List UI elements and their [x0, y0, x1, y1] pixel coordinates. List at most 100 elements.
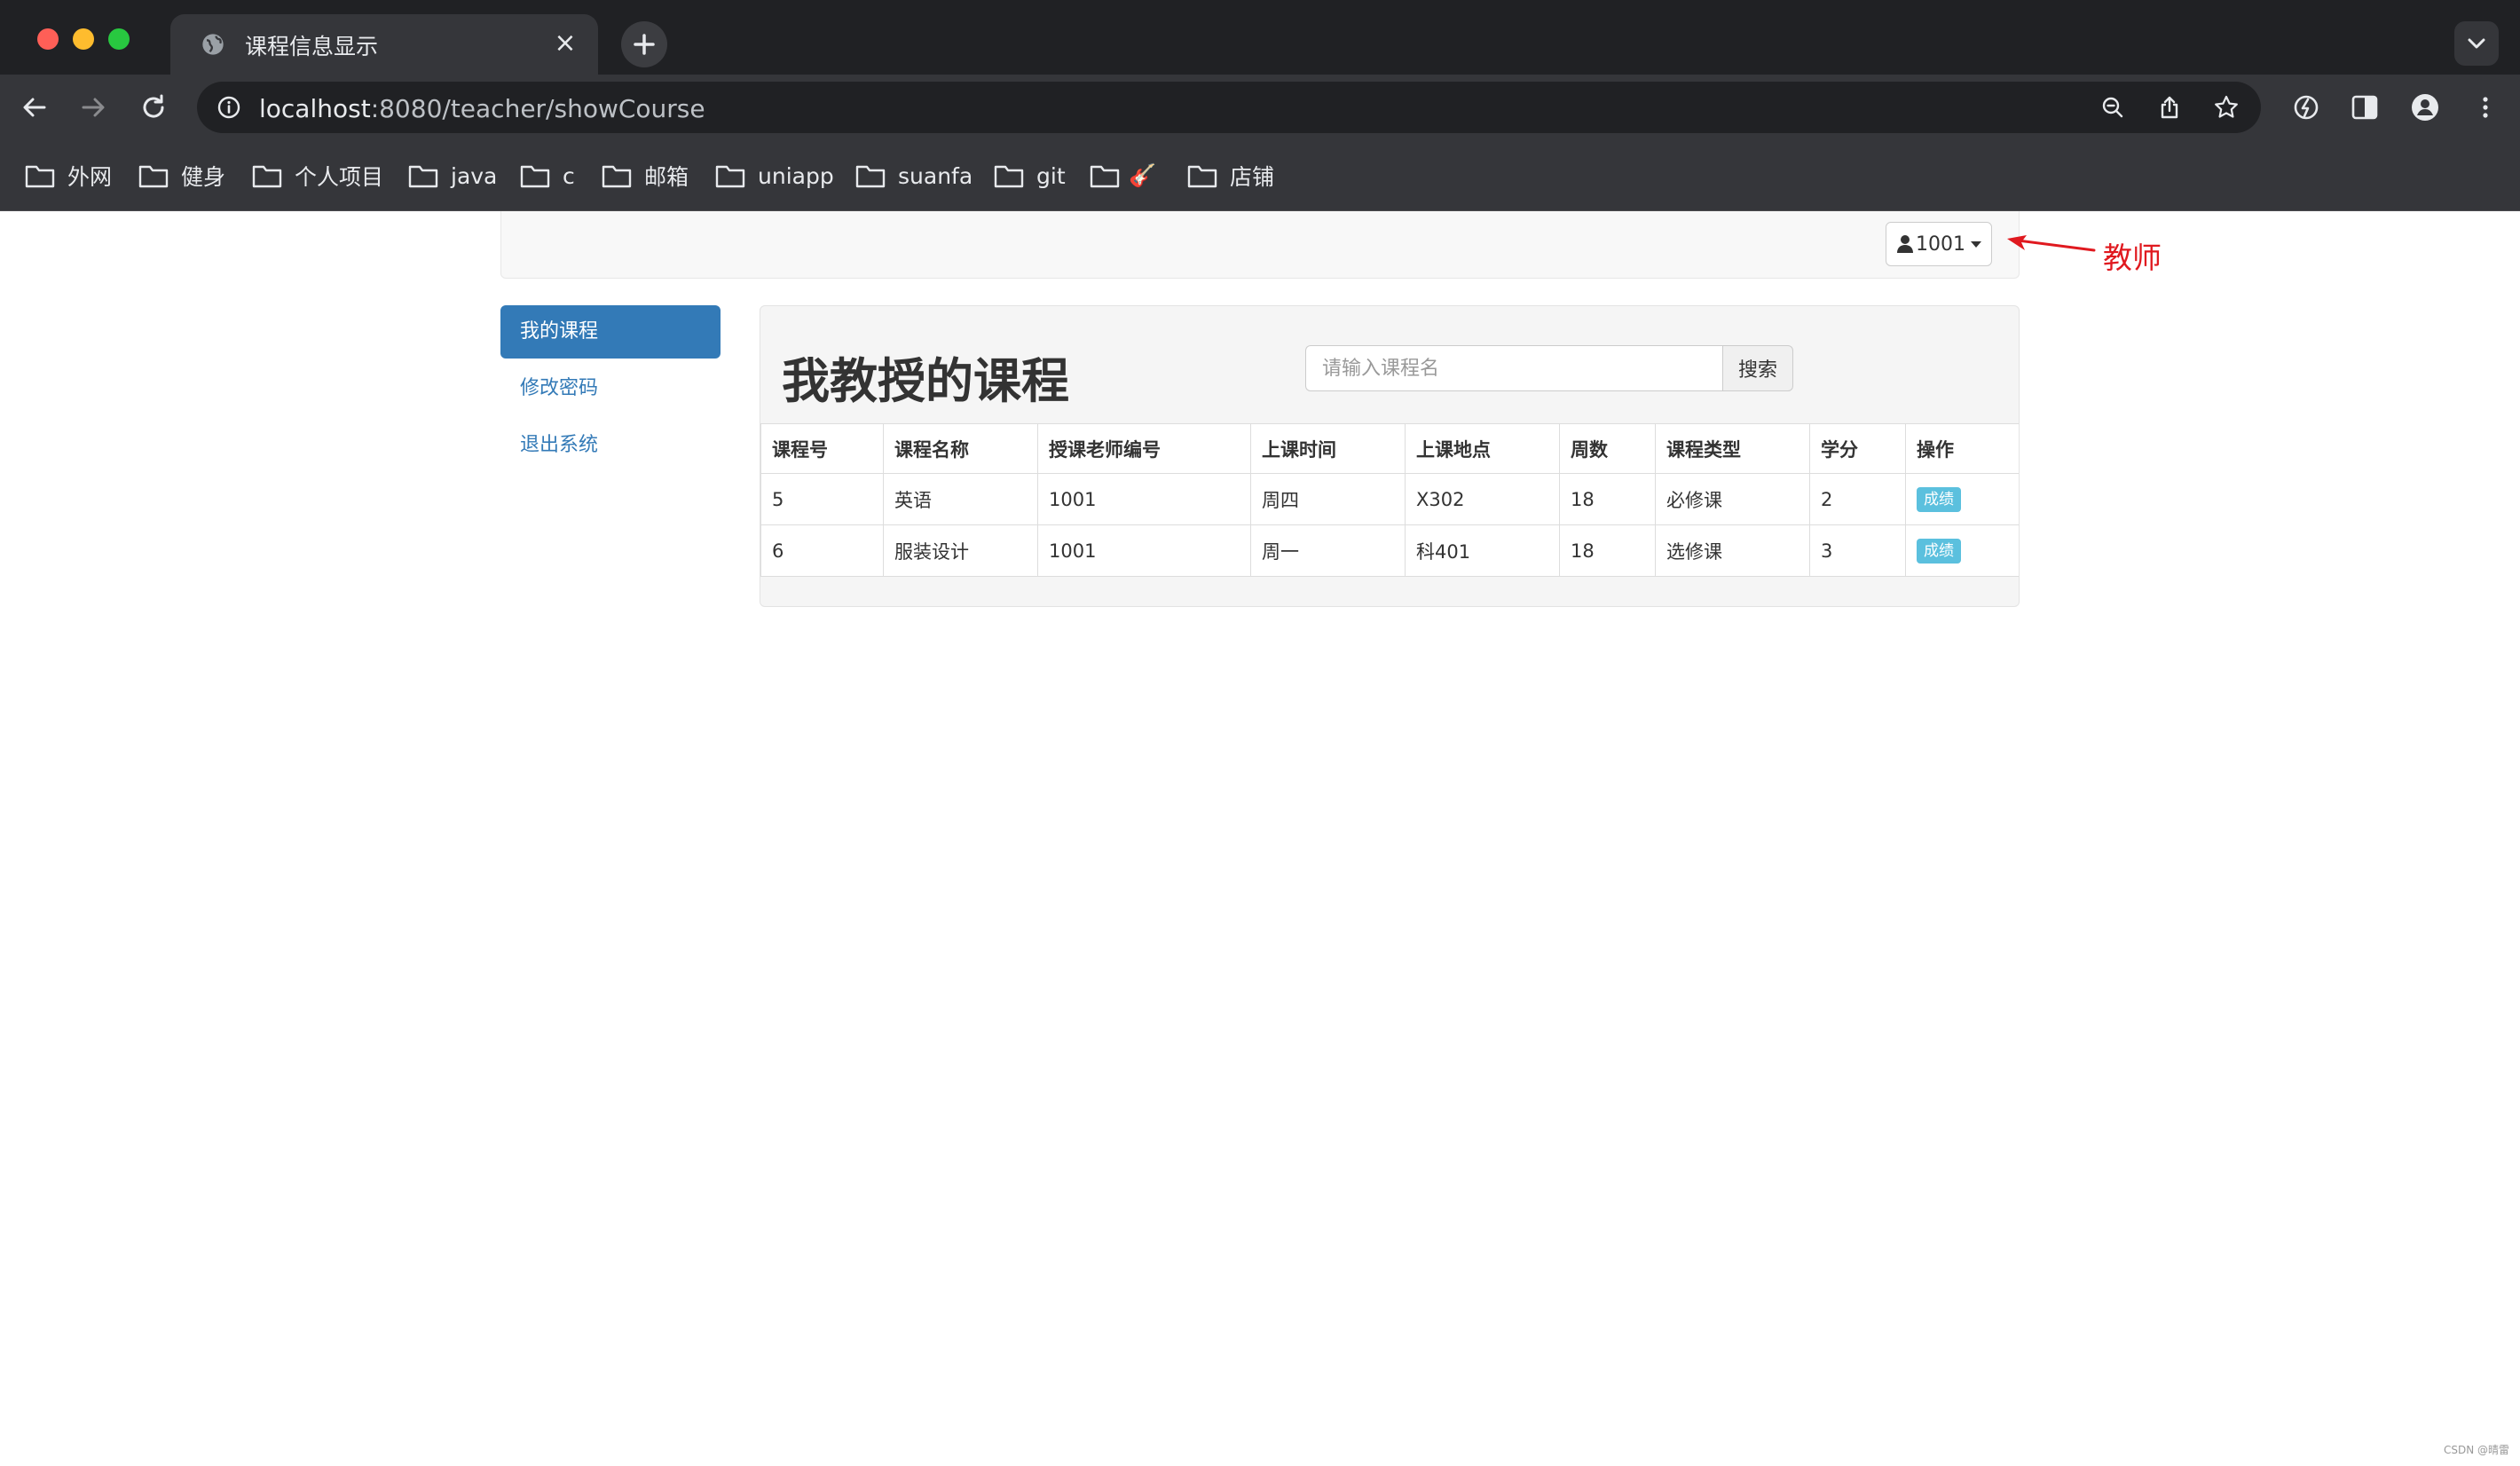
folder-icon [715, 165, 745, 188]
folder-icon [602, 165, 632, 188]
table-header-row: 课程号 课程名称 授课老师编号 上课时间 上课地点 周数 课程类型 学分 操作 [760, 423, 2019, 474]
bookmark-folder[interactable]: 个人项目 [252, 160, 383, 192]
info-icon[interactable] [217, 95, 241, 120]
user-dropdown-button[interactable]: 1001 [1886, 222, 1992, 266]
folder-icon [1187, 165, 1217, 188]
watermark-credit: CSDN @晴雷 [2443, 1444, 2509, 1456]
maximize-window-button[interactable] [108, 28, 130, 50]
cell-credits: 3 [1809, 524, 1906, 577]
bookmark-folder[interactable]: java [408, 160, 497, 192]
grades-button[interactable]: 成绩 [1917, 486, 1961, 512]
sidebar-item-logout[interactable]: 退出系统 [500, 419, 721, 472]
bookmark-folder[interactable]: 店铺 [1187, 160, 1274, 192]
folder-icon [138, 165, 169, 188]
bookmark-folder[interactable]: git [994, 160, 1066, 192]
cell-location: X302 [1405, 473, 1560, 525]
new-tab-button[interactable] [621, 21, 667, 67]
bookmark-label: git [1036, 162, 1066, 189]
bookmark-label: 店铺 [1230, 164, 1275, 190]
column-header: 课程类型 [1655, 423, 1810, 474]
cell-course-type: 必修课 [1655, 473, 1810, 525]
browser-toolbar: localhost:8080/teacher/showCourse [0, 75, 2520, 140]
cell-location: 科401 [1405, 524, 1560, 577]
cell-teacher-id: 1001 [1037, 524, 1251, 577]
table-row: 5 英语 1001 周四 X302 18 必修课 2 成绩 [760, 473, 2019, 525]
cell-course-type: 选修课 [1655, 524, 1810, 577]
column-header: 上课地点 [1405, 423, 1560, 474]
share-icon[interactable] [2156, 94, 2183, 121]
user-id-label: 1001 [1916, 233, 1965, 256]
folder-icon [252, 165, 282, 188]
browser-tab[interactable]: 课程信息显示 × [170, 14, 598, 75]
side-panel-icon[interactable] [2350, 92, 2380, 122]
sidebar-item-change-password[interactable]: 修改密码 [500, 362, 721, 415]
cell-weeks: 18 [1559, 524, 1656, 577]
url-text[interactable]: localhost:8080/teacher/showCourse [259, 94, 705, 123]
forward-arrow-icon[interactable] [75, 89, 112, 126]
search-button[interactable]: 搜索 [1722, 345, 1793, 391]
cell-course-name: 服装设计 [883, 524, 1038, 577]
address-bar[interactable]: localhost:8080/teacher/showCourse [197, 82, 2261, 133]
sidebar: 我的课程 修改密码 退出系统 [500, 305, 721, 476]
folder-icon [1090, 165, 1120, 188]
menu-kebab-icon[interactable] [2470, 92, 2500, 122]
browser-window: 课程信息显示 × localhost:8080/teacher/showCour… [0, 0, 2520, 1466]
cell-teacher-id: 1001 [1037, 473, 1251, 525]
user-icon [1897, 235, 1913, 253]
grades-button[interactable]: 成绩 [1917, 538, 1961, 564]
cell-class-time: 周一 [1250, 524, 1406, 577]
cell-class-time: 周四 [1250, 473, 1406, 525]
bookmark-folder[interactable]: c [520, 160, 575, 192]
bookmark-label: 邮箱 [644, 164, 689, 190]
column-header: 学分 [1809, 423, 1906, 474]
guitar-emoji: 🎸 [1129, 162, 1157, 188]
bookmark-star-icon[interactable] [2213, 94, 2240, 121]
bookmark-label: 外网 [67, 164, 113, 190]
bookmark-label: suanfa [898, 162, 973, 189]
folder-icon [25, 165, 55, 188]
bookmark-folder[interactable]: 邮箱 [602, 160, 689, 192]
sidebar-item-my-courses[interactable]: 我的课程 [500, 305, 721, 359]
bookmark-folder[interactable]: 外网 [25, 160, 112, 192]
tab-search-button[interactable] [2454, 21, 2499, 66]
page-title: 我教授的课程 [782, 353, 1069, 409]
chevron-down-icon [2468, 38, 2485, 49]
column-header: 上课时间 [1250, 423, 1406, 474]
bookmark-folder[interactable]: 🎸 [1090, 160, 1156, 192]
cell-weeks: 18 [1559, 473, 1656, 525]
cell-actions: 成绩 [1905, 524, 2019, 577]
course-search-input[interactable] [1305, 345, 1722, 391]
minimize-window-button[interactable] [73, 28, 94, 50]
web-page: 1001 教师 我的课程 修改密码 退出系统 我教授的课程 搜索 课程号 课程名… [0, 211, 2520, 1466]
course-panel: 我教授的课程 搜索 课程号 课程名称 授课老师编号 上课时间 上课地点 周数 课… [760, 305, 2020, 607]
bookmark-label: java [451, 162, 498, 189]
globe-icon [202, 34, 224, 55]
column-header: 周数 [1559, 423, 1656, 474]
zoom-icon[interactable] [2099, 94, 2126, 121]
bookmark-folder[interactable]: 健身 [138, 160, 225, 192]
cell-actions: 成绩 [1905, 473, 2019, 525]
annotation-text: 教师 [2103, 240, 2162, 275]
profile-icon[interactable] [2410, 92, 2440, 122]
bookmark-label: 个人项目 [295, 164, 384, 190]
folder-icon [994, 165, 1024, 188]
bookmarks-bar: 外网 健身 个人项目 java c 邮箱 uniapp suanfa git 🎸… [0, 140, 2520, 211]
performance-icon[interactable] [2291, 92, 2321, 122]
folder-icon [408, 165, 438, 188]
bookmark-folder[interactable]: uniapp [715, 160, 834, 192]
bookmark-folder[interactable]: suanfa [855, 160, 973, 192]
caret-down-icon [1971, 240, 1981, 248]
close-window-button[interactable] [37, 28, 59, 50]
url-path: :8080/teacher/showCourse [370, 94, 705, 123]
bookmark-label: uniapp [758, 162, 834, 189]
bookmark-label: 健身 [181, 164, 226, 190]
back-arrow-icon[interactable] [16, 89, 53, 126]
course-table: 课程号 课程名称 授课老师编号 上课时间 上课地点 周数 课程类型 学分 操作 … [760, 423, 2019, 577]
reload-icon[interactable] [135, 89, 172, 126]
column-header: 课程名称 [883, 423, 1038, 474]
title-bar: 课程信息显示 × [0, 0, 2520, 75]
table-row: 6 服装设计 1001 周一 科401 18 选修课 3 成绩 [760, 524, 2019, 577]
folder-icon [520, 165, 550, 188]
url-host: localhost [259, 94, 371, 123]
tab-close-icon[interactable]: × [550, 28, 580, 59]
